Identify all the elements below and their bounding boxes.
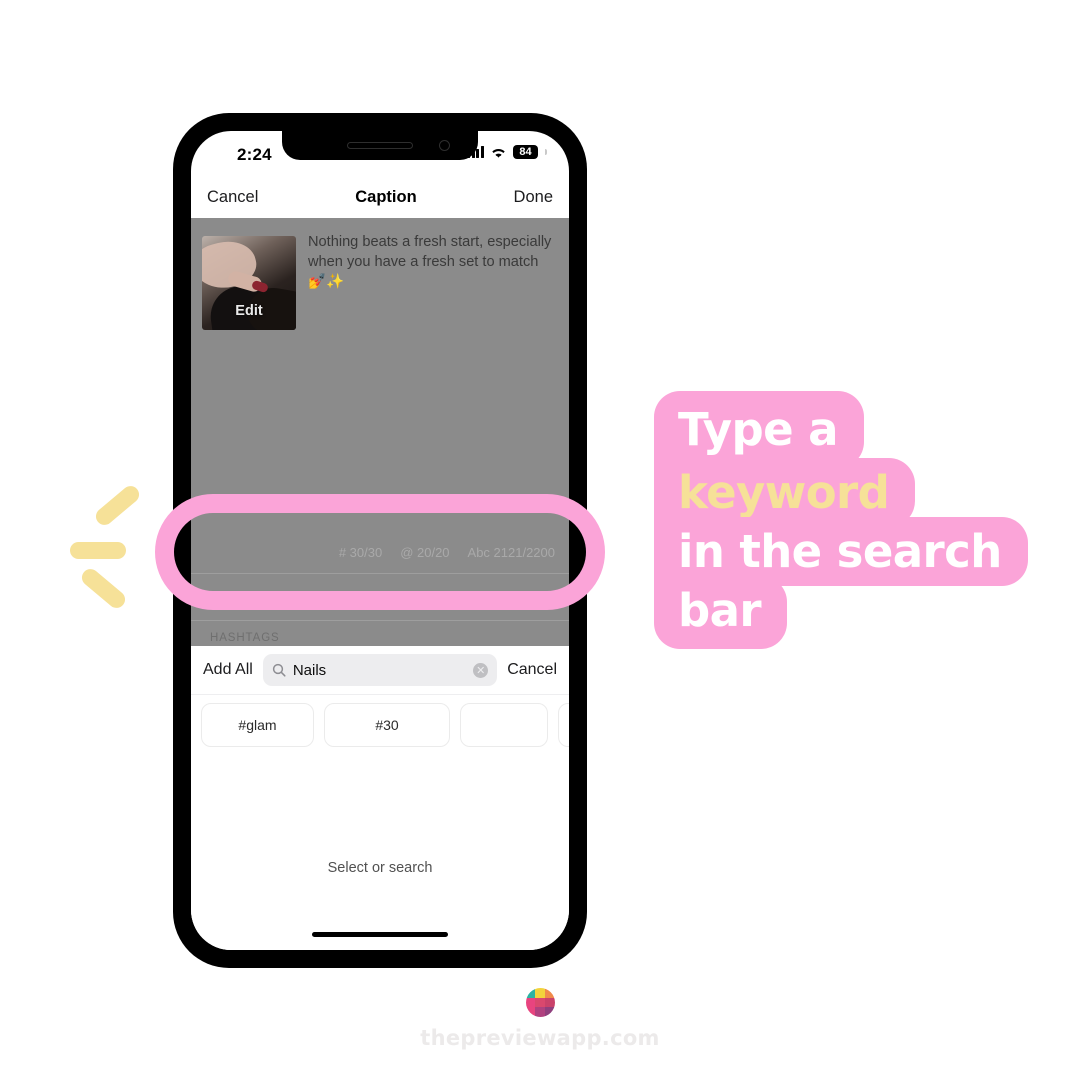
caption-text[interactable]: Nothing beats a fresh start, especially …: [308, 232, 556, 292]
instruction-callout: Type a keyword in the search bar: [654, 391, 1028, 649]
section-divider: [191, 620, 569, 621]
hashtag-counter: # 30/30: [338, 545, 383, 560]
battery-nub-icon: [545, 149, 547, 155]
sheet-divider: [191, 694, 569, 695]
caption-editor-dimmed: Edit Nothing beats a fresh start, especi…: [191, 218, 569, 646]
nav-done-button[interactable]: Done: [514, 188, 553, 207]
mention-counter: @ 20/20: [400, 545, 450, 560]
footer-url: thepreviewapp.com: [420, 1026, 660, 1050]
logo-cell: [525, 988, 536, 998]
callout-line-4: bar: [654, 576, 787, 649]
thumbnail-edit-label[interactable]: Edit: [202, 303, 296, 319]
search-cancel-button[interactable]: Cancel: [507, 661, 557, 679]
logo-cell: [535, 997, 545, 1008]
caption-counters: # 30/30 @ 20/20 Abc 2121/2200: [191, 545, 569, 560]
character-counter: Abc 2121/2200: [467, 545, 555, 560]
counter-divider: [191, 573, 569, 574]
post-thumbnail[interactable]: Edit: [202, 236, 296, 330]
search-input-value[interactable]: Nails: [293, 662, 466, 679]
page-title: Caption: [355, 188, 417, 206]
logo-cell: [535, 1007, 545, 1017]
logo-cell: [525, 997, 536, 1008]
earpiece-speaker-icon: [347, 142, 413, 149]
screenshot-canvas: 2:24 84 Cancel Caption Done Edit Nothing…: [0, 0, 1080, 1080]
preview-app-logo-icon: [525, 988, 555, 1017]
hashtag-chip[interactable]: [460, 703, 548, 747]
first-comment-input[interactable]: Add first comment: [210, 590, 327, 606]
hashtag-search-sheet: Add All Nails ✕ Cancel #glam #30 Select …: [191, 646, 569, 950]
hashtag-chip[interactable]: #glam: [201, 703, 314, 747]
hashtag-chip[interactable]: [558, 703, 569, 747]
hashtag-chip[interactable]: #30: [324, 703, 450, 747]
hashtags-section-label: HASHTAGS: [210, 632, 280, 644]
dash-middle-icon: [70, 542, 126, 559]
search-row: Add All Nails ✕ Cancel: [191, 646, 569, 694]
add-all-button[interactable]: Add All: [203, 661, 253, 679]
home-indicator[interactable]: [312, 932, 448, 937]
nav-bar: Cancel Caption Done: [191, 177, 569, 218]
hashtag-chips-row: #glam #30: [201, 703, 569, 747]
logo-cell: [544, 1007, 555, 1017]
phone-screen: 2:24 84 Cancel Caption Done Edit Nothing…: [191, 131, 569, 950]
callout-line-1: Type a: [654, 391, 864, 468]
logo-cell: [544, 988, 555, 998]
front-camera-icon: [439, 140, 450, 151]
search-input[interactable]: Nails ✕: [262, 654, 498, 686]
logo-cell: [544, 997, 555, 1008]
wifi-icon: [492, 148, 505, 158]
logo-cell: [535, 988, 545, 998]
battery-level-badge: 84: [513, 145, 538, 159]
footer-watermark: thepreviewapp.com: [0, 988, 1080, 1050]
status-time: 2:24: [237, 145, 272, 164]
clear-search-icon[interactable]: ✕: [473, 662, 489, 678]
nav-cancel-button[interactable]: Cancel: [207, 188, 258, 207]
dash-bottom-icon: [78, 565, 129, 612]
dash-top-icon: [92, 482, 143, 529]
phone-notch: [282, 131, 478, 160]
search-icon: [272, 663, 286, 677]
status-indicators: 84: [467, 145, 547, 159]
empty-state-label: Select or search: [327, 860, 433, 876]
logo-cell: [525, 1007, 536, 1017]
attention-dashes: [55, 480, 165, 612]
